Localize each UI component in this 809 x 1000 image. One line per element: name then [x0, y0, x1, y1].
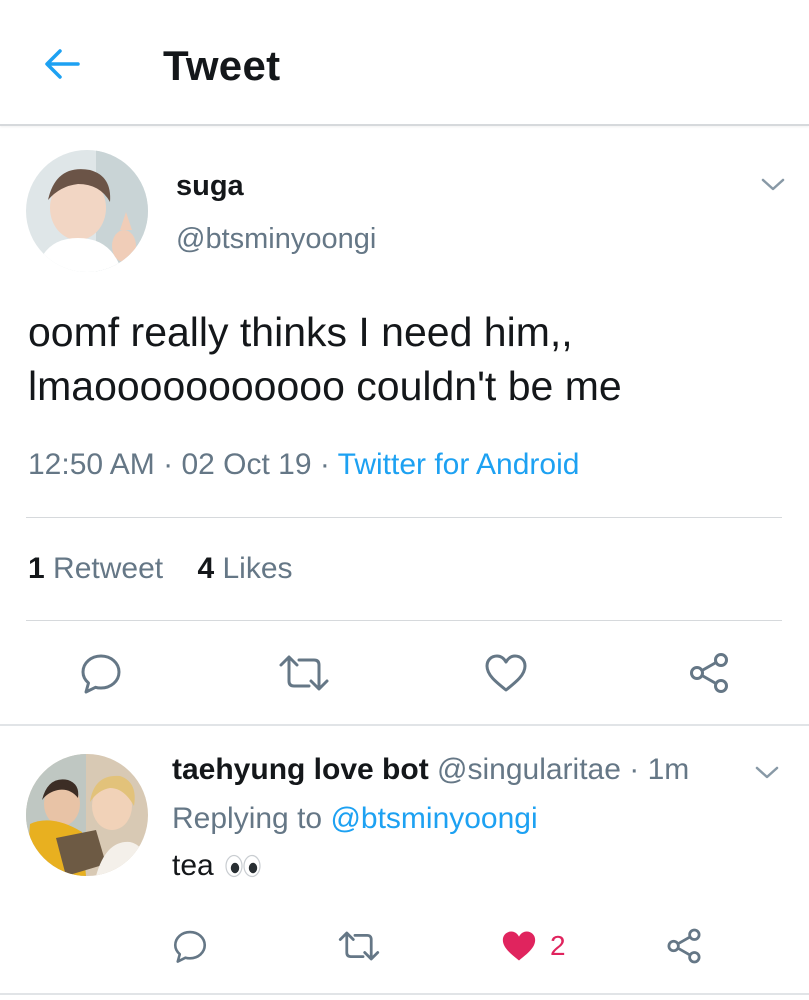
replying-to-prefix: Replying to: [172, 802, 323, 835]
reply-author-display-name[interactable]: taehyung love bot: [172, 753, 429, 786]
reply-author-handle[interactable]: @singularitae: [437, 753, 621, 786]
reply-options-button[interactable]: [752, 758, 782, 788]
tweet-source-link[interactable]: Twitter for Android: [338, 448, 580, 481]
retweet-icon: [338, 931, 380, 961]
retweet-button[interactable]: [276, 650, 332, 696]
reply-age: 1m: [647, 753, 690, 786]
retweet-count: 1: [28, 552, 45, 585]
chevron-down-icon: [755, 766, 779, 779]
retweet-icon: [279, 655, 329, 691]
separator-dot: ·: [163, 448, 182, 481]
share-button[interactable]: [686, 650, 732, 696]
reply-like-count: 2: [550, 930, 566, 961]
reply-text: tea: [172, 849, 262, 883]
divider: [0, 993, 809, 995]
author-display-name[interactable]: suga: [176, 170, 244, 203]
heart-filled-icon: [502, 931, 536, 961]
chevron-down-icon: [761, 178, 785, 191]
tweet-stats: 1 Retweet 4 Likes: [28, 552, 293, 586]
share-icon: [690, 653, 728, 693]
tweet-metadata: 12:50 AM · 02 Oct 19 · Twitter for Andro…: [28, 448, 579, 482]
tweet-text: oomf really thinks I need him,, lmaooooo…: [28, 305, 788, 413]
retweet-label: Retweet: [53, 552, 164, 585]
back-button[interactable]: [40, 44, 84, 84]
reply-icon: [81, 654, 121, 694]
divider: [26, 620, 782, 621]
reply-reply-button[interactable]: [170, 926, 210, 966]
back-arrow-icon: [45, 49, 80, 79]
like-count: 4: [197, 552, 215, 585]
retweet-stat[interactable]: 1 Retweet: [28, 552, 163, 585]
reply-retweet-button[interactable]: [336, 926, 382, 966]
eyes-icon: [225, 854, 261, 878]
separator-dot: ·: [319, 448, 338, 481]
share-icon: [667, 928, 701, 964]
tweet-options-button[interactable]: [758, 170, 788, 200]
heart-icon: [485, 654, 527, 692]
reply-like-button[interactable]: 2: [500, 926, 580, 966]
author-handle[interactable]: @btsminyoongi: [176, 223, 376, 256]
reply-author-avatar[interactable]: [26, 754, 148, 876]
replying-to-line: Replying to @btsminyoongi: [172, 802, 538, 836]
separator-dot: ·: [629, 753, 648, 786]
divider: [26, 517, 782, 518]
tweet-date: 02 Oct 19: [181, 448, 312, 481]
page-title: Tweet: [163, 42, 281, 89]
tweet-text-line: oomf really thinks I need him,,: [28, 309, 573, 355]
reply-icon: [173, 930, 207, 963]
reply-text-content: tea: [172, 849, 214, 882]
reply-button[interactable]: [78, 650, 124, 696]
tweet-time: 12:50 AM: [28, 448, 155, 481]
divider: [0, 724, 809, 726]
like-button[interactable]: [482, 650, 530, 696]
likes-stat[interactable]: 4 Likes: [197, 552, 292, 585]
reply-header: taehyung love bot @singularitae · 1m: [172, 753, 689, 787]
replying-to-mention[interactable]: @btsminyoongi: [330, 802, 537, 835]
reply-share-button[interactable]: [664, 926, 704, 966]
tweet-text-line: lmaooooooooooo couldn't be me: [28, 363, 622, 409]
top-app-bar: Tweet: [0, 0, 809, 126]
author-avatar[interactable]: [26, 150, 148, 272]
likes-label: Likes: [222, 552, 293, 585]
